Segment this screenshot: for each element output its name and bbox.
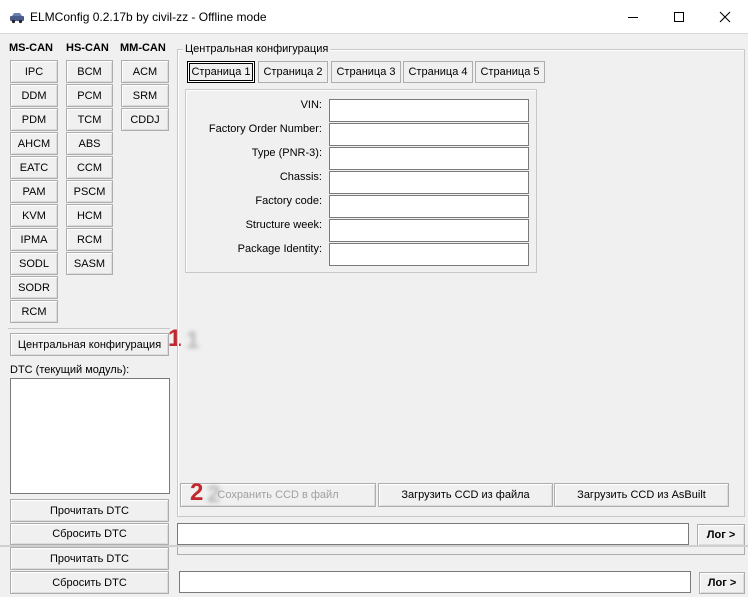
module-button-hcm[interactable]: HCM — [66, 204, 113, 227]
module-button-ipma[interactable]: IPMA — [10, 228, 58, 251]
module-button-pam[interactable]: PAM — [10, 180, 58, 203]
window-title: ELMConfig 0.2.17b by civil-zz - Offline … — [30, 10, 267, 24]
minimize-icon — [628, 17, 638, 18]
maximize-icon — [674, 12, 684, 22]
module-button-sodl[interactable]: SODL — [10, 252, 58, 275]
factory-order-number-label: Factory Order Number: — [208, 123, 322, 135]
tab-page-4[interactable]: Страница 4 — [403, 61, 473, 83]
read-dtc-button[interactable]: Прочитать DTC — [10, 499, 169, 522]
module-button-ipc[interactable]: IPC — [10, 60, 58, 83]
module-button-srm[interactable]: SRM — [121, 84, 169, 107]
dtc-label: DTC (текущий модуль): — [10, 364, 130, 376]
close-button[interactable] — [702, 0, 748, 34]
package-identity-label: Package Identity: — [237, 243, 322, 255]
module-button-eatc[interactable]: EATC — [10, 156, 58, 179]
bottom-partial-buttons — [177, 547, 745, 555]
log-button-duplicate[interactable]: Лог > — [699, 572, 745, 594]
annotation-marker-2: 2 — [190, 479, 204, 506]
factory-order-number-field[interactable] — [329, 123, 529, 146]
maximize-button[interactable] — [656, 0, 702, 34]
module-button-cddj[interactable]: CDDJ — [121, 108, 169, 131]
module-button-ccm[interactable]: CCM — [66, 156, 113, 179]
load-ccd-asbuilt-button[interactable]: Загрузить CCD из AsBuilt — [554, 483, 729, 507]
chassis-label: Chassis: — [279, 171, 322, 183]
type-pnr3-label: Type (PNR-3): — [251, 147, 322, 159]
car-app-icon — [10, 13, 24, 24]
module-button-abs[interactable]: ABS — [66, 132, 113, 155]
module-button-ddm[interactable]: DDM — [10, 84, 58, 107]
package-identity-field[interactable] — [329, 243, 529, 266]
close-icon — [719, 11, 731, 23]
ms-can-header: MS-CAN — [9, 42, 53, 54]
mm-can-header: MM-CAN — [120, 42, 166, 54]
chassis-field[interactable] — [329, 171, 529, 194]
log-button[interactable]: Лог > — [697, 524, 745, 546]
module-divider — [8, 328, 170, 329]
vin-label: VIN: — [300, 99, 322, 111]
dtc-list[interactable] — [10, 378, 170, 494]
structure-week-label: Structure week: — [245, 219, 322, 231]
vin-field[interactable] — [329, 99, 529, 122]
module-button-acm[interactable]: ACM — [121, 60, 169, 83]
minimize-button[interactable] — [610, 0, 656, 34]
tab-page-1[interactable]: Страница 1 — [187, 61, 255, 83]
load-ccd-file-button[interactable]: Загрузить CCD из файла — [378, 483, 553, 507]
title-bar: ELMConfig 0.2.17b by civil-zz - Offline … — [0, 0, 748, 34]
module-button-sasm[interactable]: SASM — [66, 252, 113, 275]
module-button-pdm[interactable]: PDM — [10, 108, 58, 131]
module-button-rcm-ms[interactable]: RCM — [10, 300, 58, 323]
tab-page-3[interactable]: Страница 3 — [331, 61, 401, 83]
central-config-button[interactable]: Центральная конфигурация — [10, 333, 169, 356]
structure-week-field[interactable] — [329, 219, 529, 242]
module-button-bcm[interactable]: BCM — [66, 60, 113, 83]
log-field[interactable] — [177, 523, 689, 545]
module-button-rcm-hs[interactable]: RCM — [66, 228, 113, 251]
read-dtc-button-duplicate[interactable]: Прочитать DTC — [10, 547, 169, 570]
log-field-duplicate[interactable] — [179, 571, 691, 593]
hs-can-header: HS-CAN — [66, 42, 109, 54]
ccd-groupbox-title: Центральная конфигурация — [183, 43, 331, 55]
tab-page-5[interactable]: Страница 5 — [475, 61, 545, 83]
reset-dtc-button-duplicate[interactable]: Сбросить DTC — [10, 571, 169, 594]
module-button-pscm[interactable]: PSCM — [66, 180, 113, 203]
type-pnr3-field[interactable] — [329, 147, 529, 170]
factory-code-label: Factory code: — [255, 195, 322, 207]
module-button-ahcm[interactable]: AHCM — [10, 132, 58, 155]
blurred-ghost-mark: 2 — [207, 481, 221, 508]
reset-dtc-button[interactable]: Сбросить DTC — [10, 523, 169, 545]
module-button-sodr[interactable]: SODR — [10, 276, 58, 299]
tab-page-2[interactable]: Страница 2 — [258, 61, 328, 83]
factory-code-field[interactable] — [329, 195, 529, 218]
module-button-pcm[interactable]: PCM — [66, 84, 113, 107]
module-button-tcm[interactable]: TCM — [66, 108, 113, 131]
module-button-kvm[interactable]: KVM — [10, 204, 58, 227]
